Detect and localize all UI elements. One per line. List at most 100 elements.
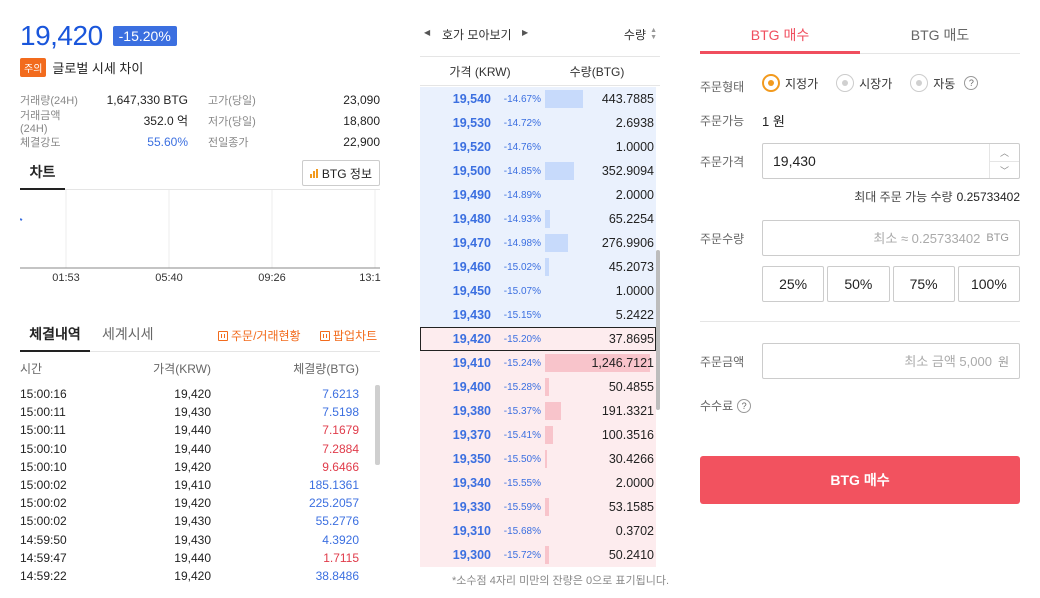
radio-market[interactable]: 시장가 (836, 74, 892, 92)
orderbook-row[interactable]: 19,540 -14.67% 443.7885 (420, 87, 656, 111)
trade-time: 14:59:47 (20, 550, 67, 565)
price-label: 주문가격 (700, 155, 745, 169)
ob-qty-cell: 191.3321 (545, 399, 654, 423)
stat-row: 체결강도 55.60% 전일종가 22,900 (20, 131, 380, 152)
ob-volume-bar (545, 498, 549, 516)
orderbook-row[interactable]: 19,460 -15.02% 45.2073 (420, 255, 656, 279)
trade-time: 15:00:10 (20, 441, 67, 456)
price-field[interactable]: ︿ ﹀ (762, 143, 1020, 179)
stat-label: 전일종가 (208, 136, 249, 149)
tab-chart[interactable]: 차트 (20, 160, 65, 190)
ob-price: 19,470 (452, 236, 491, 250)
radio-auto-label: 자동 (933, 76, 956, 91)
ob-change: -15.20% (503, 333, 541, 345)
tab-sell[interactable]: BTG 매도 (860, 20, 1020, 54)
order-type-label: 주문형태 (700, 80, 745, 94)
caret-right-icon[interactable]: ▶ (522, 28, 528, 37)
warning-row: 주의 글로벌 시세 차이 (20, 58, 143, 77)
tab-buy[interactable]: BTG 매수 (700, 20, 860, 54)
trades-list[interactable]: 15:00:16 19,420 7.6213 15:00:11 19,430 7.5198… (20, 385, 370, 585)
orderbook-row[interactable]: 19,350 -15.50% 30.4266 (420, 447, 656, 471)
orderbook-row[interactable]: 19,480 -14.93% 65.2254 (420, 207, 656, 231)
ob-qty-cell: 53.1585 (545, 495, 654, 519)
orderbook-row[interactable]: 19,530 -14.72% 2.6938 (420, 111, 656, 135)
pct-75-button[interactable]: 75% (892, 266, 955, 302)
price-line (20, 218, 23, 221)
ob-change: -15.41% (503, 429, 541, 441)
orderbook-row[interactable]: 19,330 -15.59% 53.1585 (420, 495, 656, 519)
ob-price: 19,540 (452, 92, 491, 106)
ob-change: -15.28% (503, 381, 541, 393)
pct-50-button[interactable]: 50% (827, 266, 890, 302)
orderbook-row[interactable]: 19,410 -15.24% 1,246.7121 (420, 351, 656, 375)
col-qty: 체결량(BTG) (293, 362, 359, 376)
amount-input[interactable] (763, 344, 998, 378)
orders-status-link[interactable]: 주문/거래현황 (218, 320, 301, 352)
trade-price: 19,440 (174, 550, 211, 565)
ob-price: 19,520 (452, 140, 491, 154)
orderbook-row[interactable]: 19,300 -15.72% 50.2410 (420, 543, 656, 567)
trade-price: 19,440 (174, 423, 211, 438)
chevron-down-icon[interactable]: ﹀ (990, 161, 1019, 178)
qty-field[interactable]: BTG (762, 220, 1020, 256)
trade-price: 19,430 (174, 514, 211, 529)
radio-limit[interactable]: 지정가 (762, 74, 818, 92)
pct-25-button[interactable]: 25% (762, 266, 825, 302)
help-icon[interactable]: ? (737, 398, 752, 413)
ob-qty: 65.2254 (608, 212, 654, 226)
price-input[interactable] (763, 144, 988, 178)
popup-chart-link[interactable]: 팝업차트 (320, 320, 377, 352)
orderbook-current-row[interactable]: 19,420 -15.20% 37.8695 (420, 327, 656, 351)
col-price: 가격 (KRW) (449, 64, 511, 79)
btg-info-button[interactable]: BTG 정보 (301, 160, 380, 186)
chevron-up-icon[interactable]: ︿ (990, 144, 1019, 161)
tab-world-prices[interactable]: 세계시세 (102, 320, 154, 352)
amount-field[interactable]: 원 (762, 343, 1020, 379)
order-tabs: BTG 매수 BTG 매도 (700, 20, 1020, 54)
orderbook-row[interactable]: 19,400 -15.28% 50.4855 (420, 375, 656, 399)
orderbook-row[interactable]: 19,430 -15.15% 5.2422 (420, 303, 656, 327)
orderbook-toolbar: ◀ 호가 모아보기 ▶ 수량 ▲ ▼ (420, 26, 660, 46)
tab-trades[interactable]: 체결내역 (20, 320, 90, 352)
ob-price: 19,350 (452, 452, 491, 466)
ob-change: -15.37% (503, 405, 541, 417)
trades-scrollbar[interactable] (375, 385, 380, 465)
orderbook-row[interactable]: 19,340 -15.55% 2.0000 (420, 471, 656, 495)
ob-qty: 50.4855 (608, 380, 654, 394)
trade-qty: 7.2884 (322, 441, 359, 456)
qty-input[interactable] (763, 221, 987, 255)
sort-label[interactable]: 수량 (624, 26, 646, 43)
trade-row: 15:00:11 19,440 7.1679 (20, 421, 370, 439)
ob-qty: 2.0000 (615, 476, 654, 490)
orderbook-row[interactable]: 19,470 -14.98% 276.9906 (420, 231, 656, 255)
orderbook-row[interactable]: 19,520 -14.76% 1.0000 (420, 135, 656, 159)
trade-time: 15:00:02 (20, 514, 67, 529)
trade-price: 19,420 (174, 496, 211, 511)
trades-header: 시간 가격(KRW) 체결량(BTG) (20, 360, 370, 380)
orderbook-row[interactable]: 19,380 -15.37% 191.3321 (420, 399, 656, 423)
orderbook-rows[interactable]: 19,540 -14.67% 443.7885 19,530 -14.72% 2.6938… (420, 87, 656, 567)
orderbook-row[interactable]: 19,500 -14.85% 352.9094 (420, 159, 656, 183)
ob-change: -15.15% (503, 309, 541, 321)
ob-qty-cell: 65.2254 (545, 207, 654, 231)
orderbook-row[interactable]: 19,370 -15.41% 100.3516 (420, 423, 656, 447)
caret-left-icon[interactable]: ◀ (424, 28, 430, 37)
sort-icon[interactable]: ▲ ▼ (650, 27, 657, 41)
ob-qty: 191.3321 (601, 404, 654, 418)
ob-qty: 5.2422 (615, 308, 654, 322)
ob-volume-bar (545, 90, 583, 108)
orderbook-row[interactable]: 19,490 -14.89% 2.0000 (420, 183, 656, 207)
buy-submit-button[interactable]: BTG 매수 (700, 456, 1020, 504)
pct-100-button[interactable]: 100% (957, 266, 1020, 302)
price-chart[interactable]: 01:53 05:40 09:26 13:1 (20, 190, 381, 290)
help-icon[interactable]: ? (964, 76, 979, 90)
group-label[interactable]: 호가 모아보기 (442, 26, 512, 43)
ob-qty-cell: 352.9094 (545, 159, 654, 183)
radio-auto[interactable]: 자동 ? (910, 74, 979, 92)
radio-checked-icon (762, 74, 780, 92)
orderbook-row[interactable]: 19,310 -15.68% 0.3702 (420, 519, 656, 543)
stat-value: 23,090 (343, 92, 380, 107)
price-stepper[interactable]: ︿ ﹀ (989, 144, 1019, 178)
orderbook-scrollbar[interactable] (656, 250, 660, 410)
orderbook-row[interactable]: 19,450 -15.07% 1.0000 (420, 279, 656, 303)
